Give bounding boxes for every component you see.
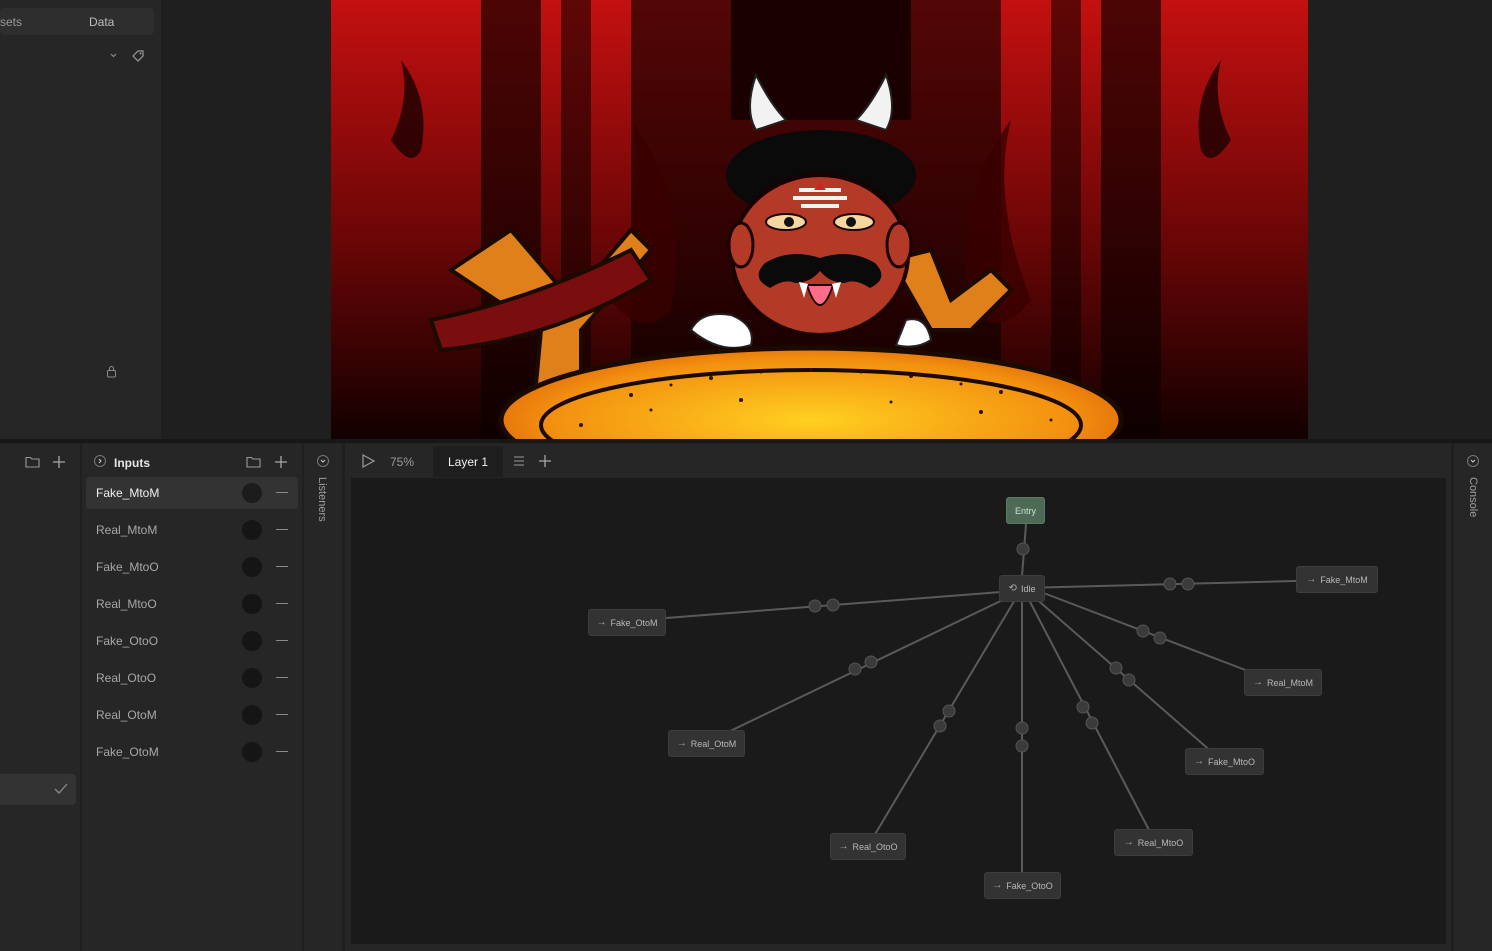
state-label: Fake_MtoO [1207, 756, 1256, 767]
state-label: Real_MtoO [1137, 837, 1184, 848]
input-label: Fake_OtoM [96, 745, 159, 759]
remove-input-icon[interactable] [276, 492, 288, 493]
entry-node[interactable]: Entry [1006, 497, 1045, 524]
tag-icon[interactable] [131, 49, 145, 63]
list-item[interactable] [0, 774, 76, 805]
input-row-real-otoo[interactable]: Real_OtoO [86, 662, 298, 694]
tab-layer-1[interactable]: Layer 1 [433, 446, 503, 477]
state-node-real-mtoo[interactable]: → Real_MtoO [1114, 829, 1193, 856]
remove-input-icon[interactable] [276, 714, 288, 715]
check-icon [54, 783, 68, 795]
input-row-real-mtoo[interactable]: Real_MtoO [86, 588, 298, 620]
arrow-right-icon: → [1306, 574, 1317, 585]
remove-input-icon[interactable] [276, 640, 288, 641]
lock-icon[interactable] [106, 365, 117, 378]
state-node-real-otoo[interactable]: → Real_OtoO [830, 833, 906, 860]
tab-assets[interactable]: sets [0, 15, 22, 29]
input-row-fake-otoo[interactable]: Fake_OtoO [86, 625, 298, 657]
data-list-panel [0, 443, 80, 951]
idle-node[interactable]: ⟲ Idle [999, 575, 1045, 602]
input-label: Fake_MtoO [96, 560, 159, 574]
trigger-toggle[interactable] [242, 742, 262, 762]
input-row-fake-mtom[interactable]: Fake_MtoM [86, 477, 298, 509]
state-node-fake-mtom[interactable]: → Fake_MtoM [1296, 566, 1378, 593]
state-node-real-otom[interactable]: → Real_OtoM [668, 730, 745, 757]
layer-tab-label: Layer 1 [448, 455, 489, 469]
graph-canvas[interactable] [351, 478, 1446, 944]
input-label: Fake_OtoO [96, 634, 159, 648]
expand-inputs-icon[interactable] [94, 455, 106, 467]
assets-tabs: sets Data [0, 8, 154, 35]
state-label: Fake_OtoO [1006, 880, 1053, 891]
remove-input-icon[interactable] [276, 751, 288, 752]
console-panel[interactable]: Console [1454, 443, 1492, 951]
add-layer-icon[interactable] [538, 454, 552, 468]
expand-listeners-icon[interactable] [317, 455, 329, 467]
input-label: Fake_MtoM [96, 486, 160, 500]
folder-icon[interactable] [25, 455, 40, 468]
transition-lines [665, 523, 1337, 873]
artboard-illustration [331, 0, 1308, 439]
remove-input-icon[interactable] [276, 677, 288, 678]
arrow-right-icon: → [676, 738, 687, 749]
trigger-toggle[interactable] [242, 557, 262, 577]
plus-icon[interactable] [52, 455, 66, 469]
entry-label: Entry [1014, 505, 1036, 516]
state-label: Fake_MtoM [1320, 574, 1368, 585]
trigger-toggle[interactable] [242, 483, 262, 503]
input-label: Real_MtoO [96, 597, 157, 611]
input-label: Real_OtoM [96, 708, 157, 722]
trigger-toggle[interactable] [242, 594, 262, 614]
arrow-right-icon: → [1193, 756, 1204, 767]
inputs-title: Inputs [114, 456, 150, 470]
state-node-fake-otoo[interactable]: → Fake_OtoO [984, 872, 1061, 899]
arrow-right-icon: → [838, 841, 849, 852]
tab-data[interactable]: Data [89, 15, 114, 29]
input-label: Real_MtoM [96, 523, 158, 537]
assets-panel: sets Data [0, 0, 161, 439]
menu-icon[interactable] [513, 455, 525, 467]
play-icon[interactable] [360, 453, 376, 469]
trigger-toggle[interactable] [242, 705, 262, 725]
state-label: Real_MtoM [1266, 677, 1313, 688]
arrow-right-icon: → [992, 880, 1003, 891]
state-label: Real_OtoM [690, 738, 737, 749]
folder-icon[interactable] [246, 455, 261, 468]
trigger-toggle[interactable] [242, 520, 262, 540]
state-node-fake-otom[interactable]: → Fake_OtoM [588, 609, 666, 636]
arrow-right-icon: → [1123, 837, 1134, 848]
zoom-level[interactable]: 75% [390, 455, 414, 469]
console-label: Console [1467, 477, 1479, 518]
input-row-fake-mtoo[interactable]: Fake_MtoO [86, 551, 298, 583]
input-row-real-otom[interactable]: Real_OtoM [86, 699, 298, 731]
idle-label: Idle [1020, 583, 1036, 594]
add-input-icon[interactable] [274, 455, 288, 469]
arrow-right-icon: → [596, 617, 607, 628]
arrow-right-icon: → [1252, 677, 1263, 688]
remove-input-icon[interactable] [276, 566, 288, 567]
remove-input-icon[interactable] [276, 529, 288, 530]
state-label: Fake_OtoM [610, 617, 658, 628]
input-row-real-mtom[interactable]: Real_MtoM [86, 514, 298, 546]
trigger-toggle[interactable] [242, 668, 262, 688]
state-node-fake-mtoo[interactable]: → Fake_MtoO [1185, 748, 1264, 775]
listeners-panel[interactable]: Listeners [304, 443, 342, 951]
loop-icon: ⟲ [1008, 583, 1017, 594]
expand-console-icon[interactable] [1467, 455, 1479, 467]
input-label: Real_OtoO [96, 671, 157, 685]
listeners-label: Listeners [316, 477, 328, 522]
remove-input-icon[interactable] [276, 603, 288, 604]
state-node-real-mtom[interactable]: → Real_MtoM [1244, 669, 1322, 696]
state-label: Real_OtoO [852, 841, 898, 852]
artboard[interactable] [331, 0, 1308, 439]
chevron-down-icon[interactable] [109, 51, 118, 60]
trigger-toggle[interactable] [242, 631, 262, 651]
input-row-fake-otom[interactable]: Fake_OtoM [86, 736, 298, 768]
